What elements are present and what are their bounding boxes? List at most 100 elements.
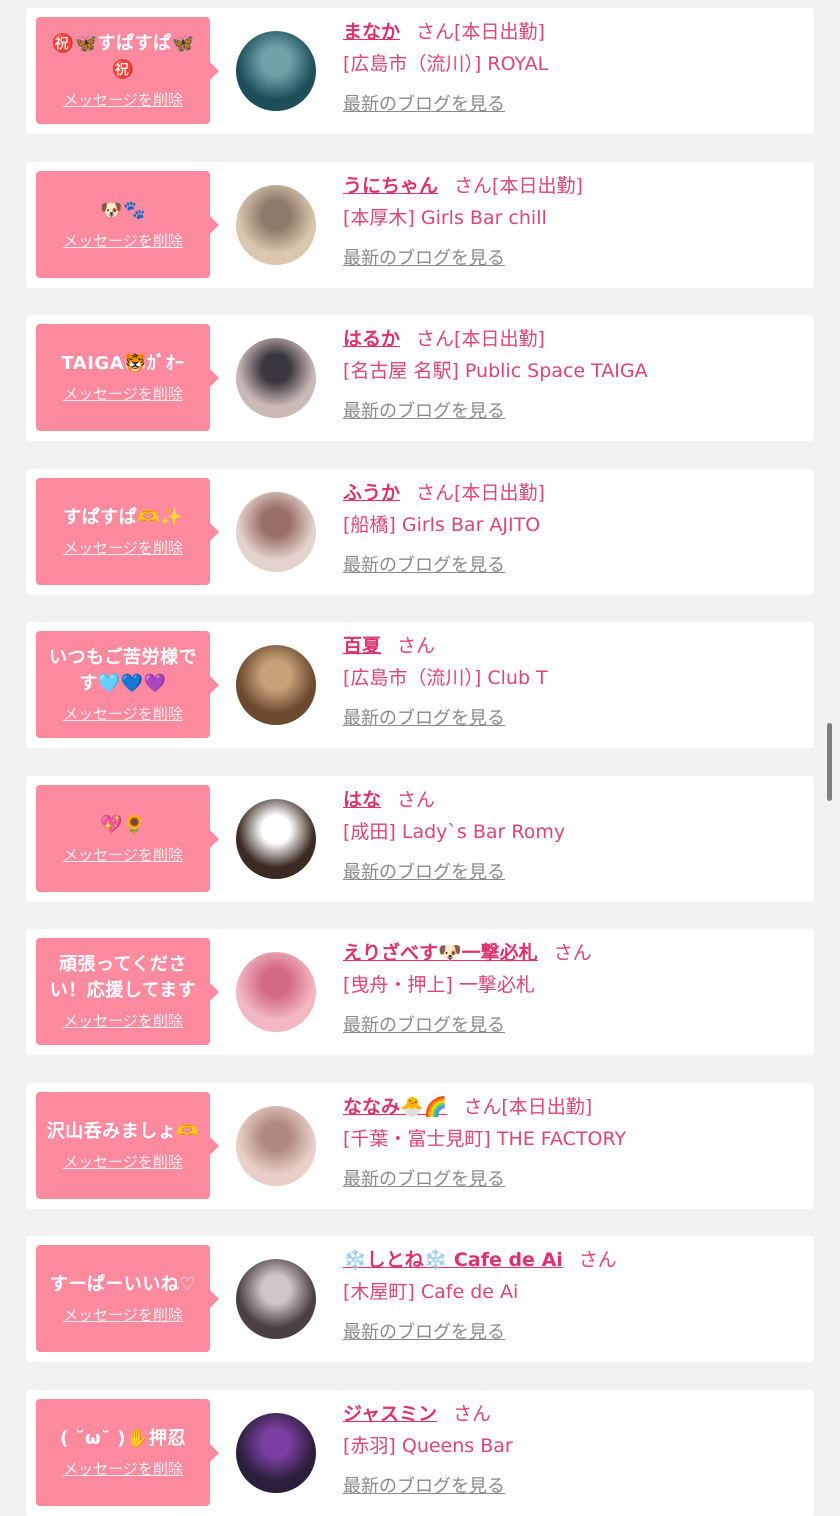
avatar[interactable] [236,645,316,725]
message-text: すぱすぱ🫶✨ [63,506,183,528]
delete-message-link[interactable]: メッセージを削除 [63,230,183,251]
message-card: いつもご苦労様です🩵💙💜 メッセージを削除 百夏 さん [広島市（流川）] Clu… [26,622,814,748]
delete-message-link[interactable]: メッセージを削除 [63,703,183,724]
avatar[interactable] [236,798,316,879]
cast-name-link[interactable]: 百夏 [343,635,381,657]
delete-message-link[interactable]: メッセージを削除 [63,89,183,110]
avatar[interactable] [236,184,316,265]
honorific: さん [578,1249,617,1271]
cast-name-link[interactable]: まなか [343,21,400,43]
cast-info: ふうか さん[本日出勤] [船橋] Girls Bar AJITO 最新のブログを… [343,479,803,577]
cast-name-link[interactable]: えりざべす🐶一撃必札 [343,942,538,964]
honorific: さん [416,328,455,350]
latest-blog-link[interactable]: 最新のブログを見る [343,1318,505,1344]
message-text: 💖🌻 [100,813,146,835]
message-text: ㊗️🦋すぱすぱ🦋㊗️ [51,33,195,80]
latest-blog-link[interactable]: 最新のブログを見る [343,551,505,577]
honorific: さん [453,1402,492,1425]
message-card: すぱすぱ🫶✨ メッセージを削除 ふうか さん[本日出勤] [船橋] Girls B… [26,468,814,595]
honorific: さん [397,788,436,811]
message-bubble: すぱすぱ🫶✨ メッセージを削除 [36,477,219,585]
shop-name: [広島市（流川）] Club T [343,667,548,689]
delete-message-link[interactable]: メッセージを削除 [63,537,183,558]
latest-blog-link[interactable]: 最新のブログを見る [343,704,505,730]
message-bubble: ㊗️🦋すぱすぱ🦋㊗️ メッセージを削除 [36,17,219,124]
message-card: 頑張ってください！応援してます メッセージを削除 えりざべす🐶一撃必札 さん [曳… [26,929,814,1055]
avatar[interactable] [236,1412,316,1493]
honorific: さん [416,21,455,43]
message-text: ( ˘ω˘ )✋押忍 [59,1427,187,1449]
cast-name-link[interactable]: ななみ🐣🌈 [343,1096,447,1118]
cast-info: ❄️しとね❄️ Cafe de Ai さん [木屋町] Cafe de Ai 最新… [343,1246,803,1344]
message-bubble: 💖🌻 メッセージを削除 [36,784,219,892]
shop-name: [木屋町] Cafe de Ai [343,1281,519,1303]
message-bubble: ( ˘ω˘ )✋押忍 メッセージを削除 [36,1398,219,1506]
cast-name-link[interactable]: ジャスミン [343,1403,437,1425]
message-card: TAIGA🐯ｶﾞｵｰ メッセージを削除 はるか さん[本日出勤] [名古屋 名駅]… [26,315,814,441]
latest-blog-link[interactable]: 最新のブログを見る [343,90,505,116]
delete-message-link[interactable]: メッセージを削除 [63,1458,183,1479]
status-badge: [本日出勤] [454,21,545,43]
message-text: TAIGA🐯ｶﾞｵｰ [61,353,185,374]
cast-info: はるか さん[本日出勤] [名古屋 名駅] Public Space TAIGA … [343,325,803,423]
avatar[interactable] [236,338,316,418]
status-badge: [本日出勤] [454,481,545,504]
cast-info: うにちゃん さん[本日出勤] [本厚木] Girls Bar chill 最新のブ… [343,172,803,270]
message-card: ( ˘ω˘ )✋押忍 メッセージを削除 ジャスミン さん [赤羽] Queens … [26,1389,814,1516]
message-text: 沢山呑みましょ🫶 [46,1120,200,1142]
latest-blog-link[interactable]: 最新のブログを見る [343,1472,505,1498]
cast-info: ななみ🐣🌈 さん[本日出勤] [千葉・富士見町] THE FACTORY 最新のブ… [343,1093,803,1191]
latest-blog-link[interactable]: 最新のブログを見る [343,858,505,884]
latest-blog-link[interactable]: 最新のブログを見る [343,1011,505,1037]
cast-name-link[interactable]: はるか [343,328,400,350]
status-badge: [本日出勤] [501,1095,593,1118]
message-text: 頑張ってください！応援してます [49,954,197,1001]
message-bubble: 頑張ってください！応援してます メッセージを削除 [36,938,219,1045]
message-card: 沢山呑みましょ🫶 メッセージを削除 ななみ🐣🌈 さん[本日出勤] [千葉・富士見町… [26,1082,814,1209]
shop-name: [千葉・富士見町] THE FACTORY [343,1127,627,1150]
shop-name: [曳舟・押上] 一撃必札 [343,974,535,996]
latest-blog-link[interactable]: 最新のブログを見る [343,397,505,423]
delete-message-link[interactable]: メッセージを削除 [63,1151,183,1172]
cast-info: ジャスミン さん [赤羽] Queens Bar 最新のブログを見る [343,1400,803,1498]
cast-name-link[interactable]: ふうか [343,482,400,504]
delete-message-link[interactable]: メッセージを削除 [63,1304,183,1325]
shop-name: [船橋] Girls Bar AJITO [343,513,541,536]
message-text: すーぱーいいね♡ [49,1274,197,1295]
message-bubble: TAIGA🐯ｶﾞｵｰ メッセージを削除 [36,324,219,431]
latest-blog-link[interactable]: 最新のブログを見る [343,1165,505,1191]
status-badge: [本日出勤] [454,328,545,350]
message-card: すーぱーいいね♡ メッセージを削除 ❄️しとね❄️ Cafe de Ai さん [… [26,1236,814,1362]
status-badge: [本日出勤] [492,174,583,197]
message-bubble: 沢山呑みましょ🫶 メッセージを削除 [36,1091,219,1199]
cast-name-link[interactable]: ❄️しとね❄️ Cafe de Ai [343,1249,563,1271]
cast-info: えりざべす🐶一撃必札 さん [曳舟・押上] 一撃必札 最新のブログを見る [343,939,803,1037]
shop-name: [広島市（流川）] ROYAL [343,53,549,75]
scrollbar[interactable] [827,723,832,801]
cast-info: まなか さん[本日出勤] [広島市（流川）] ROYAL 最新のブログを見る [343,18,803,116]
avatar[interactable] [236,31,316,111]
cast-info: 百夏 さん [広島市（流川）] Club T 最新のブログを見る [343,632,803,730]
latest-blog-link[interactable]: 最新のブログを見る [343,244,505,270]
message-text: いつもご苦労様です🩵💙💜 [49,647,197,694]
delete-message-link[interactable]: メッセージを削除 [63,1010,183,1031]
cast-name-link[interactable]: うにちゃん [343,175,438,197]
message-card: 🐶🐾 メッセージを削除 うにちゃん さん[本日出勤] [本厚木] Girls Ba… [26,161,814,288]
message-card: 💖🌻 メッセージを削除 はな さん [成田] Lady`s Bar Romy 最新… [26,775,814,902]
delete-message-link[interactable]: メッセージを削除 [63,844,183,865]
cast-name-link[interactable]: はな [343,789,381,811]
shop-name: [名古屋 名駅] Public Space TAIGA [343,360,648,382]
honorific: さん [553,942,592,964]
cast-info: はな さん [成田] Lady`s Bar Romy 最新のブログを見る [343,786,803,884]
message-bubble: いつもご苦労様です🩵💙💜 メッセージを削除 [36,631,219,738]
avatar[interactable] [236,491,316,572]
shop-name: [赤羽] Queens Bar [343,1434,513,1457]
honorific: さん [416,481,455,504]
delete-message-link[interactable]: メッセージを削除 [63,383,183,404]
avatar[interactable] [236,1105,316,1186]
honorific: さん [397,635,436,657]
message-text: 🐶🐾 [100,199,146,221]
shop-name: [成田] Lady`s Bar Romy [343,820,566,843]
avatar[interactable] [236,1259,316,1339]
avatar[interactable] [236,952,316,1032]
